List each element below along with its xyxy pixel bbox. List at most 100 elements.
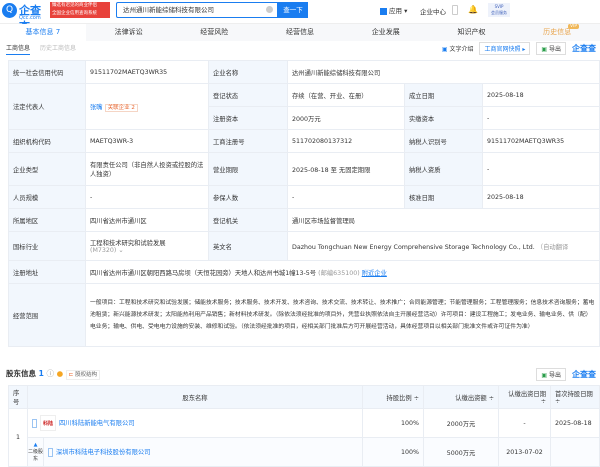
tax-qualification: - [482,152,600,186]
label: 注册地址 [8,260,86,284]
col-header[interactable]: 首次持股日期 ÷ [550,385,600,409]
business-info-table: 统一社会信用代码 91511702MAETQ3WR35 企业名称 达州通川新能综储科技… [8,60,600,347]
snapshot-label: 工商官网快照 [484,46,521,53]
collapse-toggle[interactable] [48,447,53,457]
founded-date: 2025-08-18 [482,83,600,107]
qcc-logo[interactable]: Q企查查Qcc.com [2,2,48,33]
shareholder-section-title: 股东信息 1 ⓘ ● ⊏ 股权结构 [6,368,101,380]
chevron-down-icon[interactable]: ⌄ [118,247,123,254]
label: 纳税人资质 [404,152,483,186]
label: 法定代表人 [8,83,86,130]
export-button[interactable]: ▣ 导出 [536,368,566,381]
auto-translate-note: （自动翻译 [536,243,569,251]
shareholder-name-link[interactable]: 四川科陆新能电气有限公司 [59,420,135,427]
reg-number: 511702080137312 [287,129,405,153]
label: 实缴资本 [404,106,483,130]
tab-ip[interactable]: 知识产权 [429,24,515,41]
subtab-business[interactable]: 工商信息 [6,45,31,55]
ad-banner[interactable]: 臻选有迟见的商业伴侣 全国企业信用查询系统 [50,2,110,18]
apps-menu[interactable]: 应用 ▾ [380,5,407,15]
row-number: 1 [8,408,28,467]
col-header[interactable]: 认缴出资额 ÷ [423,385,499,409]
logo-icon: Q [2,3,17,18]
col-header[interactable]: 认缴出资日期 ÷ [498,385,551,409]
shareholder-toolbar: ▣ 导出 企查查 [536,368,596,381]
staff-size: - [85,185,209,209]
info-icon[interactable]: ⓘ [46,369,54,378]
user-center-link[interactable]: 企业中心 [420,6,446,16]
share-ratio: 100% [362,408,424,438]
phone-icon[interactable] [452,5,458,15]
col-header: 股东名称 [27,385,363,409]
bell-icon[interactable]: ● [57,369,64,378]
text-intro-button[interactable]: ▣ 文字介绍 [442,44,474,53]
search-button[interactable]: 查一下 [278,2,308,18]
tab-operations[interactable]: 经营信息 [257,24,343,41]
snapshot-button[interactable]: 工商官网快照 ▸ [479,42,531,55]
shareholder-table: 序号 股东名称 持股比例 ÷ 认缴出资额 ÷ 认缴出资日期 ÷ 首次持股日期 ÷ 1 科陆四… [8,385,600,467]
logo-sub: Qcc.com [19,15,41,21]
level-text: 二级股东 [28,449,44,462]
status: 存续（在营、开业、在册） [287,83,405,107]
label: 参保人数 [208,185,288,209]
insured-count: - [287,185,405,209]
shareholder-cell: 科陆 四川科陆新能电气有限公司 [27,408,363,438]
brand-watermark: 企查查 [572,370,596,379]
first-hold-date [550,437,600,467]
label: 人员规模 [8,185,86,209]
sub-tabs: 工商信息 历史工商信息 [6,43,86,55]
bell-icon[interactable]: 🔔 [468,5,478,14]
credit-code: 91511702MAETQ3WR35 [85,60,209,84]
excel-icon: ▣ [541,372,548,379]
industry-cell: 工程和技术研究和试验发展 (M7320) ⌄ [85,231,209,261]
brand-watermark: 企查查 [572,44,596,53]
shareholder-name-link[interactable]: 深圳市科陆电子科技股份有限公司 [56,449,150,456]
clear-icon[interactable] [266,6,273,13]
label: 登记状态 [208,83,288,107]
label: 工商注册号 [208,129,288,153]
caret-up-icon[interactable]: ▲ [28,442,43,448]
label: 企业类型 [8,152,86,186]
tab-legal[interactable]: 法律诉讼 [86,24,172,41]
structure-icon: ⊏ [68,372,74,378]
level-label: ▲ 二级股东 [27,437,44,467]
label: 登记机关 [208,208,288,232]
search-input[interactable]: 达州通川新能综储科技有限公司 [116,2,278,18]
svip-button[interactable]: SVIP 会员服务 [488,3,510,17]
share-ratio: 100% [362,437,424,467]
tab-history[interactable]: 历史信息 [514,24,600,41]
col-header[interactable]: 持股比例 ÷ [362,385,424,409]
excel-icon: ▣ [541,46,548,53]
subscribed-date: 2013-07-02 [498,437,551,467]
main-nav: 基本信息 7 法律诉讼 经营风险 经营信息 企业发展 知识产权 历史信息 [0,24,600,41]
industry-code[interactable]: (M7320) [90,247,116,254]
related-companies-tag[interactable]: 关联企业 2 [104,104,138,112]
label: 经营范围 [8,283,86,347]
postcode: (邮编635100) [318,269,360,277]
collapse-toggle[interactable] [32,418,37,428]
label: 所属地区 [8,208,86,232]
equity-label: 股权结构 [75,372,98,378]
subtab-history[interactable]: 历史工商信息 [40,45,76,52]
label: 核准日期 [404,185,483,209]
subscribed-amount: 5000万元 [423,437,499,467]
export-button[interactable]: ▣ 导出 [536,42,566,55]
address: 四川省达州市通川区朝阳西路马房坝（天恒花园旁）天地人和达州书城1幢13-5号 [90,269,317,277]
toolbar: ▣ 文字介绍 工商官网快照 ▸ ▣ 导出 企查查 [442,42,596,55]
tab-basic-info[interactable]: 基本信息 7 [0,24,86,41]
tab-development[interactable]: 企业发展 [343,24,429,41]
ad-line: 全国企业信用查询系统 [52,11,97,16]
english-name: Dazhou Tongchuan New Energy Comprehensiv… [292,243,535,251]
apps-icon [380,7,387,15]
legal-rep-link[interactable]: 张嘴 [90,104,103,111]
label: 国标行业 [8,231,86,261]
legal-rep-cell: 张嘴 关联企业 2 [85,83,209,130]
tab-risk[interactable]: 经营风险 [171,24,257,41]
region: 四川省达州市通川区 [85,208,209,232]
nearby-companies-link[interactable]: 附近企业 [362,270,387,277]
table-row: ▲ 二级股东 深圳市科陆电子科技股份有限公司 100% 5000万元 2013-07-02 [8,437,600,467]
text-intro-label: 文字介绍 [449,46,474,53]
equity-structure-button[interactable]: ⊏ 股权结构 [65,370,101,380]
label: 企业名称 [208,60,288,84]
shareholder-cell: 深圳市科陆电子科技股份有限公司 [43,437,363,467]
